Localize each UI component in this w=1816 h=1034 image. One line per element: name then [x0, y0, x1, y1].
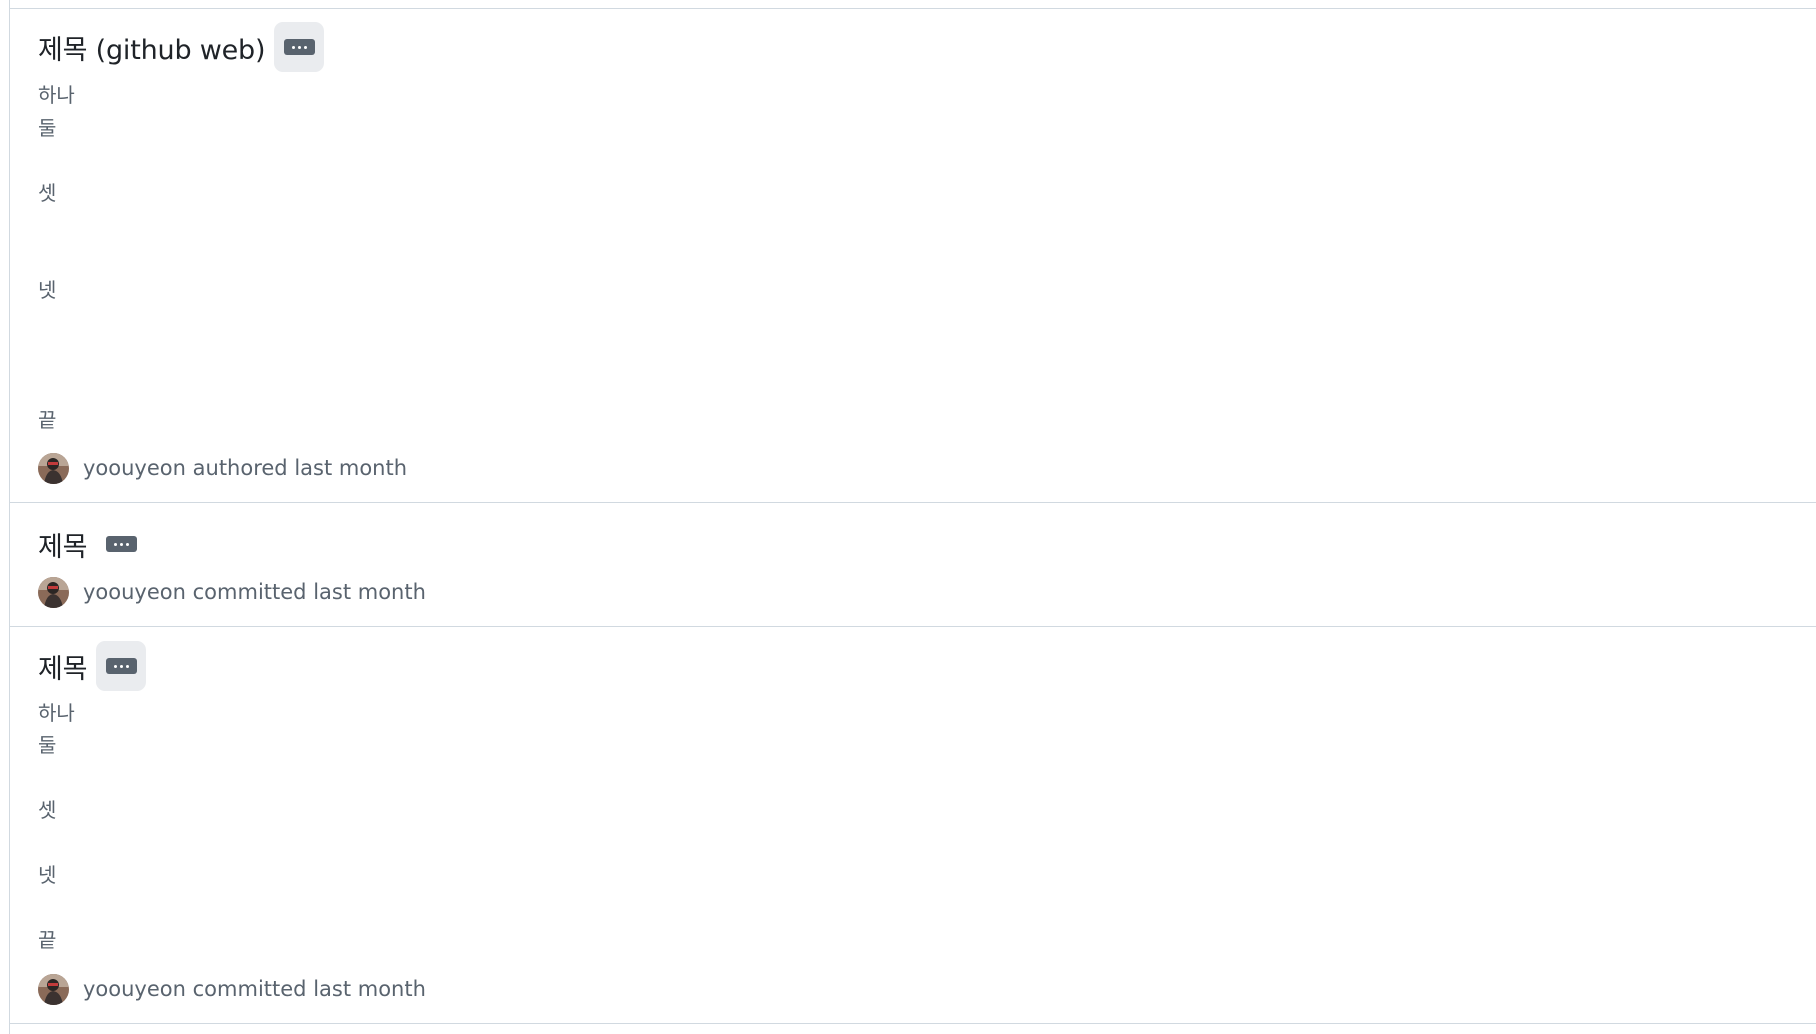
commit-description-line: 넷: [38, 278, 57, 302]
kebab-horizontal-icon: [283, 39, 315, 55]
user-avatar[interactable]: [38, 576, 69, 608]
divider: [9, 502, 1816, 503]
commit-description-line: 넷: [38, 863, 57, 887]
commit-description-line: 셋: [38, 181, 57, 205]
divider: [9, 626, 1816, 627]
commit-title-row: 제목: [38, 641, 147, 691]
user-avatar[interactable]: [38, 452, 69, 484]
commit-title[interactable]: 제목: [38, 525, 87, 564]
show-description-button[interactable]: [96, 519, 146, 569]
commit-description-line: 둘: [38, 116, 57, 140]
show-description-button[interactable]: [96, 641, 147, 691]
author-link[interactable]: yoouyeon: [83, 456, 186, 480]
kebab-horizontal-icon: [105, 658, 137, 674]
commit-meta-text: yoouyeon authored last month: [83, 456, 407, 480]
timeline-rail: [9, 0, 10, 1034]
author-link[interactable]: yoouyeon: [83, 977, 186, 1001]
commit-meta: yoouyeon committed last month: [38, 973, 426, 1005]
commit-description-line: 끝: [38, 408, 57, 432]
divider: [9, 8, 1816, 9]
commit-title[interactable]: 제목: [38, 647, 87, 686]
commit-description-line: 끝: [38, 928, 57, 952]
commit-time[interactable]: last month: [294, 456, 407, 480]
commit-title-row: 제목 (github web): [38, 22, 325, 72]
commit-description-line: 하나: [38, 83, 75, 107]
commit-meta-text: yoouyeon committed last month: [83, 580, 426, 604]
author-link[interactable]: yoouyeon: [83, 580, 186, 604]
commit-action: committed: [192, 977, 307, 1001]
commit-description-line: 셋: [38, 798, 57, 822]
commit-action: committed: [192, 580, 307, 604]
divider: [9, 1023, 1816, 1024]
commit-time[interactable]: last month: [313, 580, 426, 604]
commit-description-line: 둘: [38, 733, 57, 757]
kebab-horizontal-icon: [105, 536, 137, 552]
commit-description-line: 하나: [38, 701, 75, 725]
commit-title-row: 제목: [38, 519, 146, 569]
commit-action: authored: [192, 456, 288, 480]
show-description-button[interactable]: [274, 22, 325, 72]
commit-meta: yoouyeon committed last month: [38, 576, 426, 608]
commit-time[interactable]: last month: [313, 977, 426, 1001]
user-avatar[interactable]: [38, 973, 69, 1005]
commit-meta: yoouyeon authored last month: [38, 452, 407, 484]
commit-meta-text: yoouyeon committed last month: [83, 977, 426, 1001]
commit-title[interactable]: 제목 (github web): [38, 28, 266, 67]
